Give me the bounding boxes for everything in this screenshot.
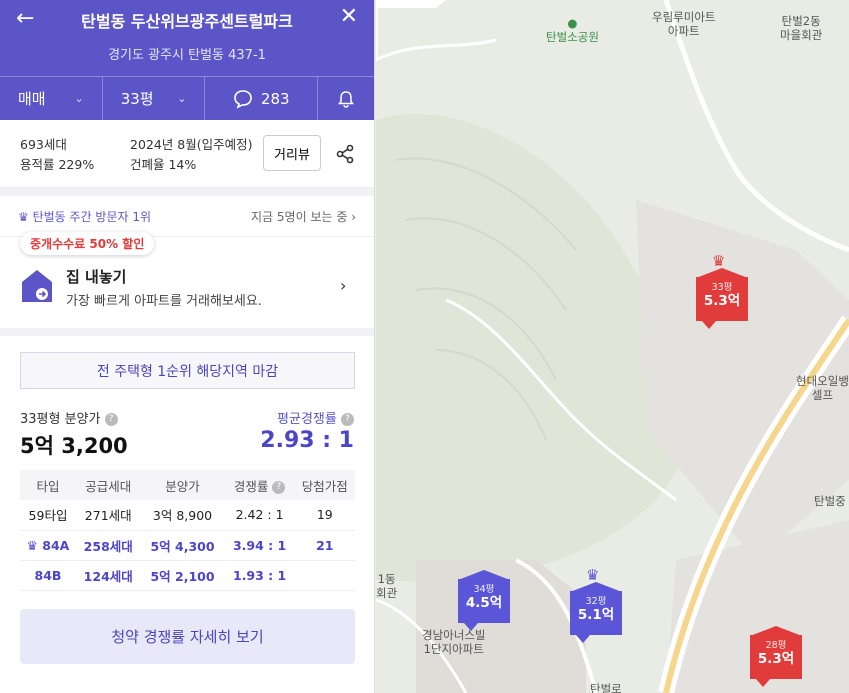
col-score: 당첨가점 [294,470,355,500]
pin-size: 34평 [473,584,495,595]
deal-type-label: 매매 [18,90,46,108]
sale-price-label-text: 33평형 분양가 [20,412,101,427]
apt-label[interactable]: 우림루미아트 아파트 [652,10,715,38]
crown-icon: ♛ [26,537,38,553]
office-label[interactable]: 탄벌2동 마을회관 [780,14,822,42]
alert-button[interactable] [318,77,374,120]
cell-score: 19 [294,500,355,531]
cell-price: 5억 2,100 [140,560,225,591]
help-icon[interactable]: ? [104,413,118,426]
cell-type: 59타입 [20,500,76,531]
pin-price: 5.1억 [577,607,615,623]
school-label[interactable]: 탄벌중 [814,494,846,508]
speech-bubble-icon [234,89,252,109]
competition-detail-button[interactable]: 청약 경쟁률 자세히 보기 [20,609,355,664]
col-rate-text: 경쟁률 [233,478,269,494]
size-dropdown[interactable]: 33평 ⌄ [103,77,206,120]
move-in-text: 2024년 8월(입주예정) [130,137,253,152]
share-icon[interactable] [333,142,357,166]
coverage-ratio-text: 건폐율 14% [130,157,197,172]
visit-rank-bar: ♛ 탄벌동 주간 방문자 1위 지금 5명이 보는 중 › [0,196,374,236]
viewers-link[interactable]: 지금 5명이 보는 중 › [251,208,356,225]
sale-price-value: 5억 3,200 [20,434,128,458]
house-sell-icon [22,270,52,302]
comments-button[interactable]: 283 [205,77,319,120]
park-icon: ● [567,16,578,30]
cell-supply: 124세대 [76,560,141,591]
cell-supply: 258세대 [76,530,141,561]
cell-price: 5억 4,300 [140,530,225,561]
pin-size: 32평 [585,596,607,607]
deal-type-dropdown[interactable]: 매매 ⌄ [0,77,103,120]
crown-icon: ♛ [18,209,29,224]
cell-rate: 3.94 : 1 [224,530,295,561]
complex-address: 경기도 광주시 탄벌동 437-1 [108,48,266,63]
households-text: 693세대 [20,137,67,152]
pin-size: 33평 [711,282,733,293]
sale-price-label: 33평형 분양가 ? [20,408,118,427]
col-supply: 공급세대 [76,470,141,500]
viewers-text: 지금 5명이 보는 중 [251,209,348,224]
cell-rate: 1.93 : 1 [224,560,295,591]
park-marker[interactable]: ● 탄벌소공원 [546,16,599,44]
price-pin[interactable]: ♛ 32평 5.1억 [570,566,622,643]
cell-price: 3억 8,900 [140,500,225,531]
cell-type: ♛ 84A [20,530,76,561]
chevron-right-icon: › [340,276,347,295]
villa-label[interactable]: 경남아너스빌 1단지아파트 [422,628,485,656]
size-label: 33평 [120,90,154,108]
pin-price: 4.5억 [465,595,503,611]
complex-title: 탄벌동 두산위브광주센트럴파크 [81,12,293,31]
hall-label[interactable]: 1동 회관 [376,572,397,600]
commission-discount-badge: 중개수수료 50% 할인 [20,232,155,255]
price-pin[interactable]: 34평 4.5억 [458,570,510,631]
road-label: 탄벌로 [590,682,622,693]
roadview-button[interactable]: 거리뷰 [263,135,321,171]
table-row: ♛ 84A 258세대 5억 4,300 3.94 : 1 21 [20,530,355,561]
gas-station-label[interactable]: 현대오일뱅 셀프 [796,374,849,402]
chevron-down-icon: ⌄ [177,92,187,105]
cell-rate: 2.42 : 1 [224,500,295,531]
pin-price: 5.3억 [703,293,741,309]
visit-rank-text: 탄벌동 주간 방문자 1위 [32,209,152,224]
cell-type: 84B [20,560,76,591]
competition-label-text: 평균경쟁률 [277,412,337,427]
price-pin[interactable]: 28평 5.3억 [750,626,802,687]
sell-house-subtitle: 가장 빠르게 아파트를 거래해보세요. [66,294,262,309]
cell-score: 21 [294,530,355,561]
col-type: 타입 [20,470,76,500]
close-icon[interactable]: ✕ [340,4,358,29]
floor-area-ratio-text: 용적률 229% [20,157,95,172]
subscription-table: 타입 공급세대 분양가 경쟁률 ? 당첨가점 59타입 271세대 3억 8,9… [20,470,355,591]
park-label: 탄벌소공원 [546,30,599,44]
col-rate: 경쟁률 ? [224,470,295,500]
help-icon[interactable]: ? [341,413,354,426]
crown-icon: ♛ [712,252,726,270]
chevron-down-icon: ⌄ [74,92,84,105]
comment-count: 283 [260,89,290,108]
table-row: 84B 124세대 5억 2,100 1.93 : 1 [20,560,355,591]
pin-size: 28평 [765,640,787,651]
help-icon[interactable]: ? [272,480,286,494]
cell-score [294,560,355,591]
competition-label: 평균경쟁률 ? [277,408,354,427]
price-pin[interactable]: ♛ 33평 5.3억 [696,252,748,329]
subscription-notice: 전 주택형 1순위 해당지역 마감 [20,352,355,389]
col-price: 분양가 [140,470,225,500]
bell-icon [338,90,355,108]
competition-value: 2.93 : 1 [260,428,354,453]
detail-panel: ← 탄벌동 두산위브광주센트럴파크 ✕ 경기도 광주시 탄벌동 437-1 매매… [0,0,375,693]
cell-type-text: 84A [42,537,70,553]
pin-price: 5.3억 [757,651,795,667]
map-view[interactable]: ● 탄벌소공원 우림루미아트 아파트 탄벌2동 마을회관 현대오일뱅 셀프 1동… [376,0,849,693]
table-row: 59타입 271세대 3억 8,900 2.42 : 1 19 [20,500,355,531]
cell-supply: 271세대 [76,500,141,531]
panel-header: ← 탄벌동 두산위브광주센트럴파크 ✕ 경기도 광주시 탄벌동 437-1 매매… [0,0,374,120]
sell-house-title: 집 내놓기 [66,268,127,286]
crown-icon: ♛ [586,566,600,584]
